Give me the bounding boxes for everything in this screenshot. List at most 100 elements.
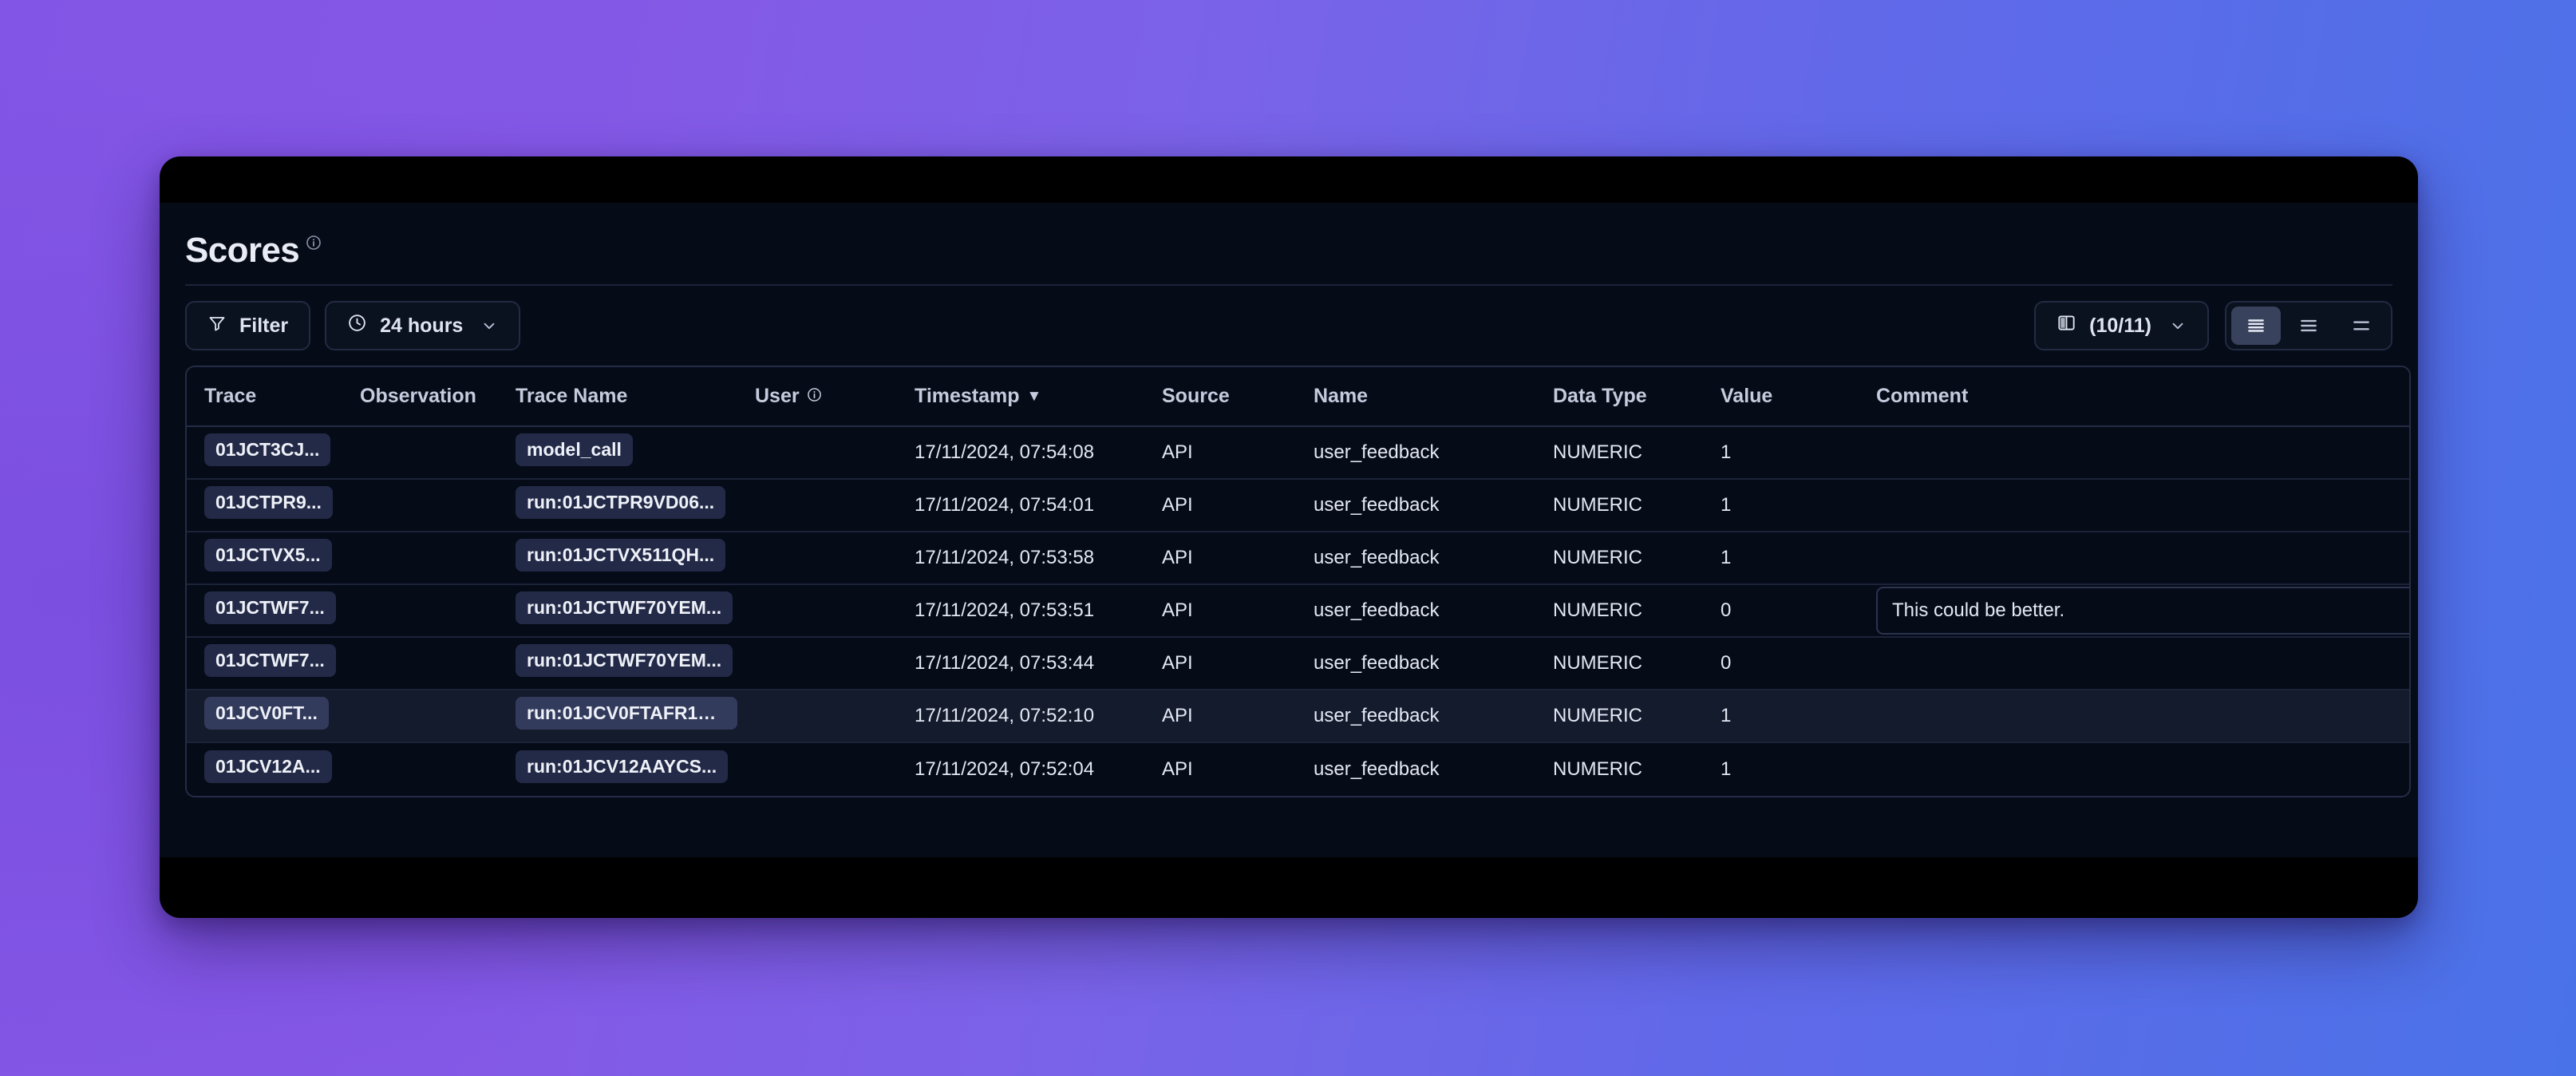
cell-comment: This could be better.	[1859, 585, 2409, 638]
table-header: Trace Observation Trace Name User Timest…	[187, 367, 2409, 427]
info-circle-icon[interactable]	[306, 235, 322, 251]
table-row[interactable]: 01JCTWF7... run:01JCTWF70YEM... 17/11/2024…	[187, 585, 2409, 638]
cell-name: user_feedback	[1296, 532, 1535, 585]
cell-data-type: NUMERIC	[1535, 532, 1703, 585]
cell-data-type: NUMERIC	[1535, 585, 1703, 638]
cell-observation	[342, 585, 498, 638]
cell-trace: 01JCT3CJ...	[187, 427, 342, 480]
trace-id-badge[interactable]: 01JCV12A...	[204, 750, 332, 783]
cell-source: API	[1144, 638, 1296, 690]
cell-trace: 01JCTVX5...	[187, 532, 342, 585]
column-header-source[interactable]: Source	[1144, 367, 1296, 427]
table-row[interactable]: 01JCTVX5... run:01JCTVX511QH... 17/11/2024…	[187, 532, 2409, 585]
trace-id-badge[interactable]: 01JCTPR9...	[204, 486, 333, 519]
trace-id-badge[interactable]: 01JCTVX5...	[204, 539, 332, 572]
table-row[interactable]: 01JCTPR9... run:01JCTPR9VD06... 17/11/2024…	[187, 480, 2409, 532]
trace-name-badge[interactable]: run:01JCV0FTAFR1H...	[516, 697, 737, 730]
cell-trace-name: run:01JCV12AAYCS...	[498, 743, 737, 796]
column-header-user[interactable]: User	[737, 367, 897, 427]
cell-user	[737, 690, 897, 743]
table-header-row: Trace Observation Trace Name User Timest…	[187, 367, 2409, 427]
filter-button-label: Filter	[239, 314, 289, 337]
cell-name: user_feedback	[1296, 638, 1535, 690]
time-range-button[interactable]: 24 hours	[325, 301, 521, 350]
column-header-label: Timestamp	[915, 385, 1020, 407]
column-header-observation[interactable]: Observation	[342, 367, 498, 427]
cell-value: 1	[1703, 480, 1859, 532]
trace-name-badge[interactable]: run:01JCV12AAYCS...	[516, 750, 729, 783]
trace-name-badge[interactable]: run:01JCTWF70YEM...	[516, 591, 733, 624]
trace-name-badge[interactable]: run:01JCTPR9VD06...	[516, 486, 726, 519]
rows-medium-icon[interactable]	[2284, 307, 2333, 345]
trace-name-badge[interactable]: model_call	[516, 433, 633, 466]
scores-table: Trace Observation Trace Name User Timest…	[185, 366, 2411, 797]
rows-comfortable-icon[interactable]	[2337, 307, 2386, 345]
table-row[interactable]: 01JCV12A... run:01JCV12AAYCS... 17/11/2024…	[187, 743, 2409, 796]
cell-user	[737, 532, 897, 585]
cell-observation	[342, 743, 498, 796]
cell-source: API	[1144, 480, 1296, 532]
cell-user	[737, 480, 897, 532]
column-header-label: Comment	[1876, 385, 1969, 407]
toolbar-left-group: Filter 24 hours	[185, 301, 521, 350]
column-selector-button[interactable]: (10/11)	[2034, 301, 2209, 350]
row-height-toggle-group	[2225, 301, 2392, 350]
column-header-label: Name	[1314, 385, 1369, 407]
cell-comment	[1859, 427, 2409, 480]
cell-timestamp: 17/11/2024, 07:53:51	[897, 585, 1144, 638]
column-header-trace-name[interactable]: Trace Name	[498, 367, 737, 427]
cell-comment	[1859, 480, 2409, 532]
column-header-name[interactable]: Name	[1296, 367, 1535, 427]
cell-comment	[1859, 743, 2409, 796]
timestamp-text: 17/11/2024, 07:52:10	[915, 705, 1095, 726]
info-circle-icon	[807, 385, 822, 408]
cell-trace: 01JCTWF7...	[187, 638, 342, 690]
column-selector-label: (10/11)	[2089, 314, 2151, 337]
trace-id-badge[interactable]: 01JCTWF7...	[204, 591, 336, 624]
table-row[interactable]: 01JCT3CJ... model_call 17/11/2024, 07:54:0…	[187, 427, 2409, 480]
chevron-down-icon	[2169, 317, 2187, 334]
time-range-label: 24 hours	[380, 314, 464, 337]
cell-source: API	[1144, 690, 1296, 743]
cell-comment	[1859, 532, 2409, 585]
column-header-label: Data Type	[1553, 385, 1647, 407]
table-row[interactable]: 01JCV0FT... run:01JCV0FTAFR1H... 17/11/202…	[187, 690, 2409, 743]
timestamp-text: 17/11/2024, 07:52:04	[915, 758, 1095, 780]
cell-observation	[342, 532, 498, 585]
sort-desc-icon: ▼	[1026, 388, 1042, 405]
columns-icon	[2056, 313, 2076, 338]
column-header-value[interactable]: Value	[1703, 367, 1859, 427]
cell-observation	[342, 480, 498, 532]
cell-value: 1	[1703, 690, 1859, 743]
column-header-comment[interactable]: Comment	[1859, 367, 2409, 427]
trace-name-badge[interactable]: run:01JCTWF70YEM...	[516, 644, 733, 677]
table-row[interactable]: 01JCTWF7... run:01JCTWF70YEM... 17/11/2024…	[187, 638, 2409, 690]
cell-trace-name: run:01JCTWF70YEM...	[498, 638, 737, 690]
trace-name-badge[interactable]: run:01JCTVX511QH...	[516, 539, 726, 572]
scores-table-container: Trace Observation Trace Name User Timest…	[185, 366, 2411, 813]
app-window: Scores Filter 24 hours (10/11) Trace Obs…	[160, 156, 2418, 918]
cell-value: 0	[1703, 638, 1859, 690]
column-header-data-type[interactable]: Data Type	[1535, 367, 1703, 427]
cell-name: user_feedback	[1296, 690, 1535, 743]
cell-trace-name: run:01JCTWF70YEM...	[498, 585, 737, 638]
trace-id-badge[interactable]: 01JCT3CJ...	[204, 433, 331, 466]
column-header-timestamp[interactable]: Timestamp ▼	[897, 367, 1144, 427]
cell-timestamp: 17/11/2024, 07:54:08	[897, 427, 1144, 480]
app-content-panel: Scores Filter 24 hours (10/11) Trace Obs…	[160, 203, 2418, 857]
column-header-trace[interactable]: Trace	[187, 367, 342, 427]
cell-trace-name: run:01JCTPR9VD06...	[498, 480, 737, 532]
trace-id-badge[interactable]: 01JCV0FT...	[204, 697, 329, 730]
column-header-label: Value	[1721, 385, 1773, 407]
cell-user	[737, 638, 897, 690]
cell-value: 1	[1703, 427, 1859, 480]
trace-id-badge[interactable]: 01JCTWF7...	[204, 644, 336, 677]
comment-box[interactable]: This could be better.	[1876, 587, 2409, 635]
filter-button[interactable]: Filter	[185, 301, 311, 350]
cell-data-type: NUMERIC	[1535, 427, 1703, 480]
column-header-label: Source	[1162, 385, 1230, 407]
rows-dense-icon[interactable]	[2231, 307, 2281, 345]
column-header-label: Observation	[360, 385, 476, 407]
cell-user	[737, 427, 897, 480]
cell-timestamp: 17/11/2024, 07:52:10	[897, 690, 1144, 743]
